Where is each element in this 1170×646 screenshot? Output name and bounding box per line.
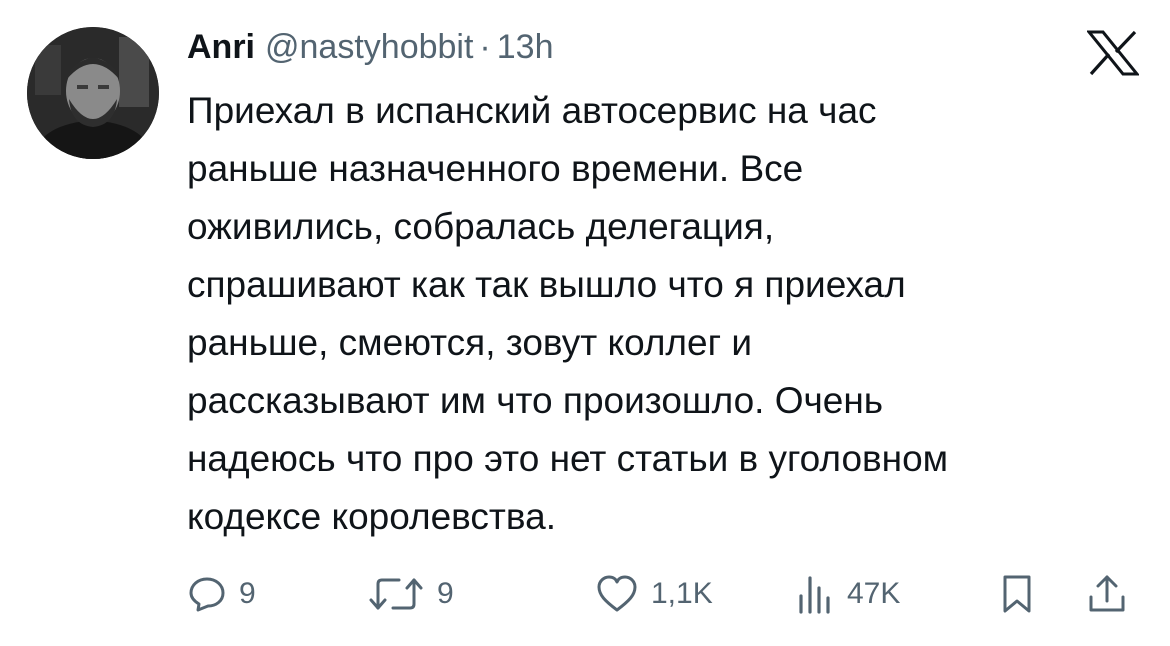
reply-icon bbox=[189, 577, 225, 612]
avatar[interactable] bbox=[27, 27, 159, 159]
tweet-text-line: кодексе королевства. bbox=[187, 496, 556, 537]
reply-count: 9 bbox=[239, 577, 256, 610]
bookmark-button[interactable] bbox=[999, 568, 1035, 620]
tweet-text-line: надеюсь что про это нет статьи в уголовн… bbox=[187, 438, 949, 479]
timestamp[interactable]: 13h bbox=[497, 28, 554, 67]
share-icon bbox=[1089, 575, 1125, 612]
tweet-text-line: рассказывают им что произошло. Очень bbox=[187, 380, 884, 421]
tweet-card: Anri @nastyhobbit · 13h Приехал в испанс… bbox=[0, 0, 1170, 646]
tweet-text-line: спрашивают как так вышло что я приехал bbox=[187, 264, 906, 305]
like-count: 1,1K bbox=[651, 577, 713, 610]
display-name[interactable]: Anri bbox=[187, 28, 255, 67]
x-logo-icon bbox=[1087, 30, 1139, 76]
views-chart-icon bbox=[799, 576, 830, 614]
action-bar: 9 9 1,1K 47K bbox=[187, 568, 1137, 620]
like-button[interactable]: 1,1K bbox=[595, 568, 713, 620]
reply-button[interactable]: 9 bbox=[187, 568, 256, 620]
tweet-text-line: Приехал в испанский автосервис на час bbox=[187, 90, 877, 131]
heart-icon bbox=[597, 575, 637, 612]
bookmark-icon bbox=[1003, 575, 1031, 613]
tweet-text: Приехал в испанский автосервис на час ра… bbox=[187, 82, 1147, 546]
tweet-header: Anri @nastyhobbit · 13h bbox=[187, 22, 553, 72]
tweet-text-line: раньше назначенного времени. Все bbox=[187, 148, 804, 189]
views-button[interactable]: 47K bbox=[795, 568, 900, 620]
tweet-text-line: оживились, собралась делегация, bbox=[187, 206, 775, 247]
avatar-photo bbox=[27, 27, 159, 159]
repost-button[interactable]: 9 bbox=[367, 568, 454, 620]
repost-count: 9 bbox=[437, 577, 454, 610]
views-count: 47K bbox=[847, 577, 901, 610]
separator-dot: · bbox=[479, 27, 491, 66]
share-button[interactable] bbox=[1087, 568, 1127, 620]
tweet-text-line: раньше, смеются, зовут коллег и bbox=[187, 322, 753, 363]
repost-icon bbox=[369, 578, 423, 610]
user-handle[interactable]: @nastyhobbit bbox=[265, 28, 473, 67]
